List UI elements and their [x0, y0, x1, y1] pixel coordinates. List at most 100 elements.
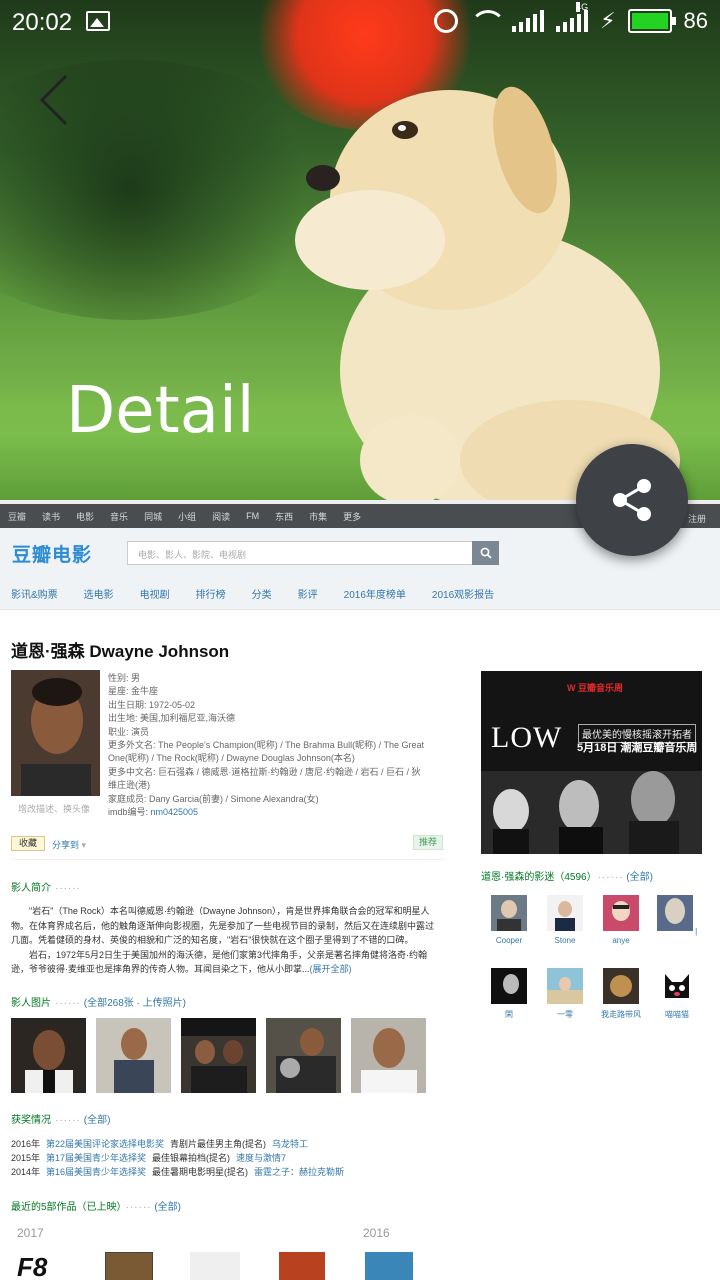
fan-item[interactable]: 我走路带风: [598, 968, 644, 1020]
signal-icon: [512, 10, 545, 32]
award-row: 2016年 第22届美国评论家选择电影奖 青剧片最佳男主角(提名) 乌龙特工: [11, 1137, 350, 1151]
search-input[interactable]: 电影、影人、影院、电视剧: [127, 541, 473, 565]
back-button[interactable]: [30, 72, 78, 128]
status-time: 20:02: [12, 9, 73, 36]
person-photo[interactable]: [11, 1018, 86, 1093]
fan-name: 閑: [505, 1010, 513, 1019]
fan-item[interactable]: Stone: [542, 895, 588, 945]
person-photo[interactable]: [351, 1018, 426, 1093]
work-thumb-f8[interactable]: F8: [17, 1252, 69, 1280]
fan-item[interactable]: |: [654, 895, 700, 936]
sub-nav-item[interactable]: 排行榜: [196, 586, 226, 601]
section-dots: ······: [55, 883, 81, 894]
award-event-link[interactable]: 第22届美国评论家选择电影奖: [46, 1139, 164, 1149]
global-nav-item[interactable]: 市集: [309, 510, 327, 523]
status-bar: 20:02 4G ⚡ 86: [0, 0, 720, 44]
intro-paragraph: "岩石"（The Rock）本名叫德威恩·约翰逊（Dwayne Johnson）…: [11, 906, 435, 945]
avatar-hint[interactable]: 增改描述、换头像: [18, 802, 90, 815]
douban-movie-logo[interactable]: 豆瓣电影: [12, 540, 92, 567]
global-nav-item[interactable]: 音乐: [110, 510, 128, 523]
award-work-link[interactable]: 雷霆之子：赫拉克勒斯: [254, 1167, 344, 1177]
award-event-link[interactable]: 第17届美国青少年选择奖: [46, 1153, 146, 1163]
timeline-year: 2017: [17, 1226, 44, 1240]
info-label: 职业:: [108, 726, 132, 737]
person-photo[interactable]: [96, 1018, 171, 1093]
global-nav-item[interactable]: 东西: [275, 510, 293, 523]
section-heading: 影人简介: [11, 883, 51, 894]
movie-sub-nav: 影讯&购票 选电影 电视剧 排行榜 分类 影评 2016年度榜单 2016观影报…: [0, 578, 720, 610]
works-title: 最近的5部作品（已上映） ······ (全部): [11, 1198, 181, 1213]
search-button[interactable]: [472, 541, 499, 565]
info-value: 美国,加利福尼亚,海沃德: [140, 713, 236, 724]
fan-avatar: [603, 968, 639, 1004]
all-photos-link[interactable]: (全部268张 · 上传照片): [84, 998, 186, 1009]
ad-headline: LOW: [491, 721, 563, 754]
fan-item[interactable]: 閑: [486, 968, 532, 1020]
sub-nav-item[interactable]: 电视剧: [140, 586, 170, 601]
ad-banner[interactable]: W 豆瓣音乐周 LOW 最优美的慢核摇滚开拓者 5月18日 潮潮豆瓣音乐周: [481, 671, 702, 854]
all-awards-link[interactable]: (全部): [84, 1115, 111, 1126]
global-nav-item[interactable]: 阅读: [212, 510, 230, 523]
fan-avatar: [656, 895, 693, 931]
sub-nav-item[interactable]: 影评: [298, 586, 318, 601]
photo-strip: [11, 1018, 426, 1093]
awards-list: 2016年 第22届美国评论家选择电影奖 青剧片最佳男主角(提名) 乌龙特工 2015…: [11, 1137, 350, 1179]
timeline-year: 2016: [363, 1226, 390, 1240]
share-button[interactable]: [576, 444, 688, 556]
global-nav-item[interactable]: 电影: [76, 510, 94, 523]
all-fans-link[interactable]: (全部): [626, 872, 653, 883]
work-thumb[interactable]: [365, 1252, 413, 1280]
work-thumb[interactable]: [190, 1252, 240, 1280]
share-to-label: 分享到: [52, 840, 80, 850]
fan-item[interactable]: anye: [598, 895, 644, 945]
person-photo[interactable]: [266, 1018, 341, 1093]
award-year: 2016年: [11, 1139, 41, 1149]
recommend-button[interactable]: 推荐: [413, 835, 443, 850]
info-value: 金牛座: [131, 686, 159, 697]
sub-nav-item[interactable]: 选电影: [84, 586, 114, 601]
sub-nav-item[interactable]: 分类: [252, 586, 272, 601]
global-nav-item[interactable]: 同城: [144, 510, 162, 523]
award-row: 2015年 第17届美国青少年选择奖 最佳银幕拍档(提名) 速度与激情7: [11, 1151, 350, 1165]
info-label: 出生地:: [108, 713, 141, 724]
awards-title: 获奖情况 ······ (全部): [11, 1111, 110, 1126]
award-work-link[interactable]: 速度与激情7: [236, 1153, 286, 1163]
award-event-link[interactable]: 第16届美国青少年选择奖: [46, 1167, 146, 1177]
sub-nav-item[interactable]: 影讯&购票: [11, 586, 58, 601]
person-avatar[interactable]: [11, 670, 100, 796]
award-work-link[interactable]: 乌龙特工: [272, 1139, 308, 1149]
register-link[interactable]: 注册: [688, 512, 706, 525]
work-thumb[interactable]: [105, 1252, 153, 1280]
ad-brand: W 豆瓣音乐周: [567, 683, 623, 693]
fans-title: 道恩·强森的影迷（4596） ······ (全部): [481, 868, 653, 883]
fan-avatar: [659, 968, 695, 1004]
fan-item[interactable]: 喵喵猫: [654, 968, 700, 1020]
all-works-link[interactable]: (全部): [154, 1202, 181, 1213]
global-nav-item[interactable]: 豆瓣: [8, 510, 26, 523]
person-info: 性别: 男 星座: 金牛座 出生日期: 1972-05-02 出生地: 美国,加…: [108, 672, 426, 819]
global-nav-item[interactable]: 读书: [42, 510, 60, 523]
award-year: 2015年: [11, 1153, 41, 1163]
fan-item[interactable]: Cooper: [486, 895, 532, 945]
imdb-link[interactable]: nm0425005: [151, 807, 199, 817]
global-nav-item[interactable]: FM: [246, 511, 259, 521]
collect-button[interactable]: 收藏: [11, 836, 45, 851]
fan-name: |: [695, 927, 698, 936]
expand-link[interactable]: (展开全部): [310, 964, 352, 974]
fan-name: anye: [612, 936, 630, 945]
image-icon: [86, 11, 110, 31]
share-to-link[interactable]: 分享到 ▾: [52, 838, 86, 851]
person-photo[interactable]: [181, 1018, 256, 1093]
sub-nav-item[interactable]: 2016年度榜单: [344, 586, 406, 601]
global-nav-item[interactable]: 更多: [343, 510, 361, 523]
ad-background: [481, 671, 702, 854]
info-label: 星座:: [108, 686, 132, 697]
info-value: 演员: [131, 726, 150, 737]
work-thumb[interactable]: [279, 1252, 325, 1280]
fan-item[interactable]: 一零: [542, 968, 588, 1020]
network-type: 4G: [576, 2, 589, 12]
info-profession: 职业: 演员: [108, 726, 426, 739]
info-gender: 性别: 男: [108, 672, 426, 685]
global-nav-item[interactable]: 小组: [178, 510, 196, 523]
sub-nav-item[interactable]: 2016观影报告: [432, 586, 494, 601]
